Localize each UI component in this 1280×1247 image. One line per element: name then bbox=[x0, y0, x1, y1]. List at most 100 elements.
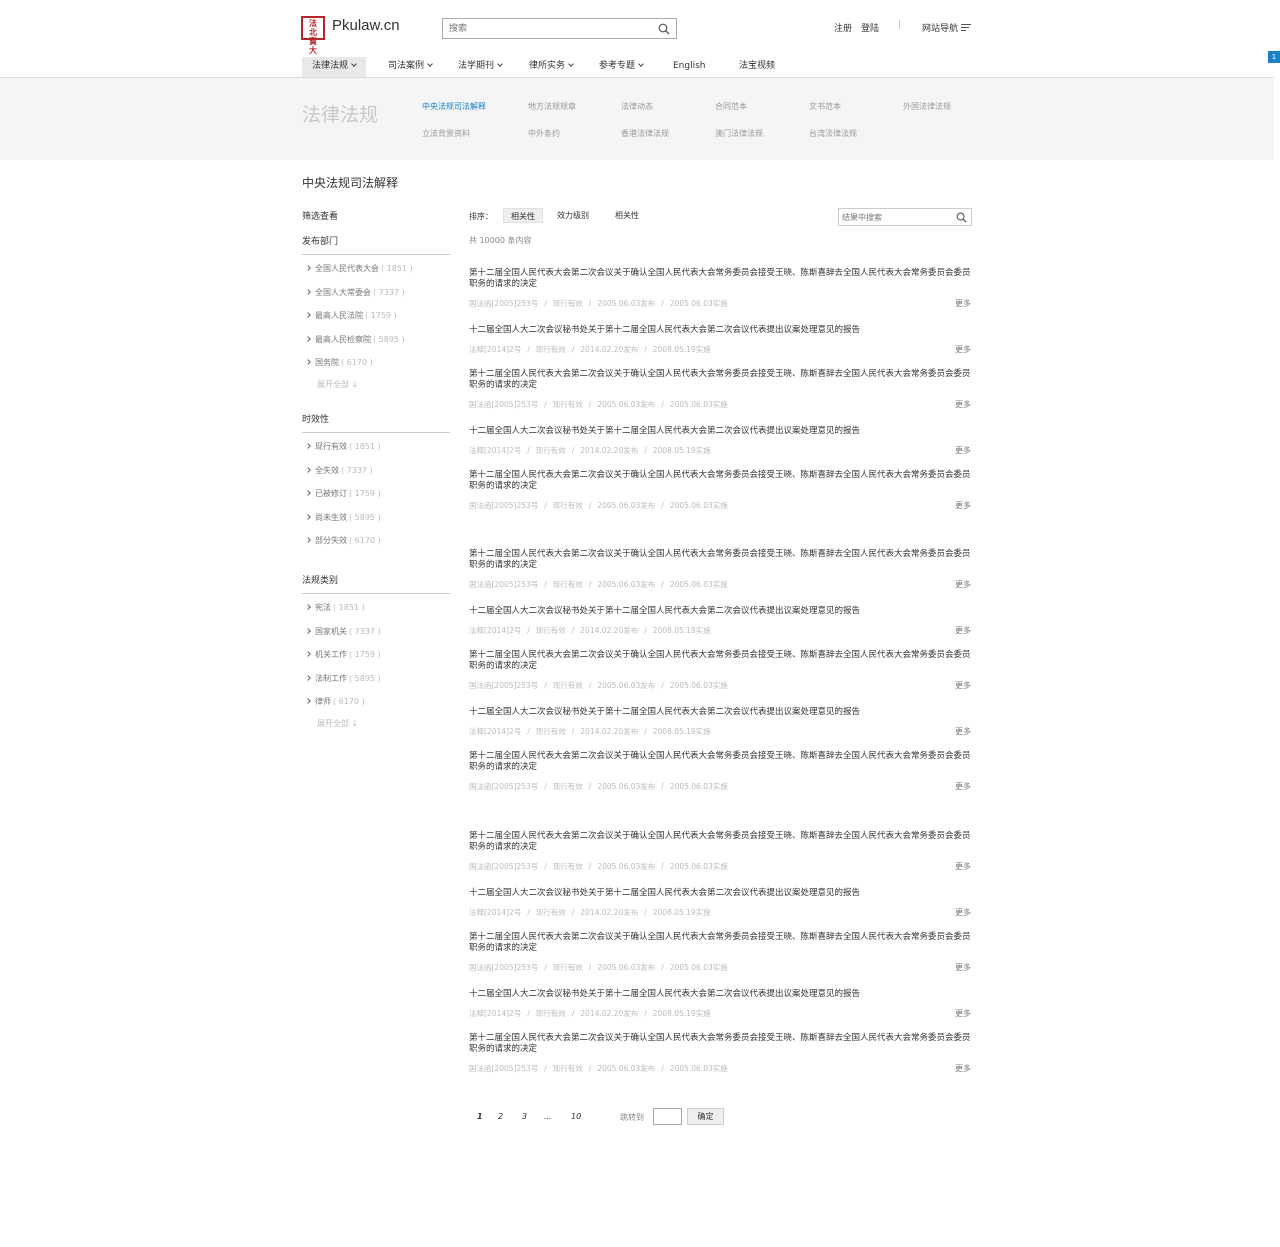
jump-page-input[interactable] bbox=[653, 1108, 682, 1125]
filter-item[interactable]: 全国人大常委会( 7337 ) bbox=[305, 287, 405, 298]
more-link[interactable]: 更多 bbox=[955, 445, 971, 456]
chevron-right-icon bbox=[305, 265, 311, 271]
more-link[interactable]: 更多 bbox=[955, 962, 971, 973]
nav-item-3[interactable]: 律所实务 bbox=[519, 57, 583, 77]
nav-item-5[interactable]: English bbox=[663, 57, 716, 77]
result-search-input[interactable] bbox=[839, 209, 949, 225]
more-link[interactable]: 更多 bbox=[955, 726, 971, 737]
nav-item-2[interactable]: 法学期刊 bbox=[448, 57, 512, 77]
filter-item[interactable]: 机关工作( 1759 ) bbox=[305, 649, 381, 660]
more-link[interactable]: 更多 bbox=[955, 861, 971, 872]
login-link[interactable]: 登陆 bbox=[861, 21, 879, 34]
page-number[interactable]: 3 bbox=[522, 1112, 527, 1121]
category-link[interactable]: 合同范本 bbox=[715, 101, 747, 112]
result-title-link[interactable]: 十二届全国人大二次会议秘书处关于第十二届全国人民代表大会第二次会议代表提出议案处… bbox=[469, 426, 971, 437]
more-link[interactable]: 更多 bbox=[955, 781, 971, 792]
meta-separator: / bbox=[571, 908, 575, 917]
page-number[interactable]: 10 bbox=[571, 1112, 581, 1121]
nav-item-label: English bbox=[673, 61, 706, 71]
filter-item[interactable]: 最高人民检察院( 5895 ) bbox=[305, 334, 405, 345]
expand-all-link[interactable]: 展开全部 ↓ bbox=[317, 379, 358, 390]
site-name[interactable]: Pkulaw.cn bbox=[332, 17, 400, 34]
filter-item[interactable]: 律师( 6170 ) bbox=[305, 696, 365, 707]
nav-item-6[interactable]: 法宝视频 bbox=[729, 57, 785, 77]
meta-field: 现行有效 bbox=[535, 626, 566, 635]
search-icon[interactable] bbox=[956, 212, 967, 223]
filter-item-label: 全失效 bbox=[315, 465, 339, 475]
sort-option[interactable]: 相关性 bbox=[503, 208, 543, 223]
result-title-link[interactable]: 第十二届全国人民代表大会第二次会议关于确认全国人民代表大会常务委员会接受王晓、陈… bbox=[469, 470, 971, 492]
meta-field: 2005.06.03实施 bbox=[669, 501, 728, 510]
filter-item[interactable]: 现行有效( 1851 ) bbox=[305, 441, 381, 452]
category-link[interactable]: 香港法律法规 bbox=[621, 128, 669, 139]
category-link[interactable]: 立法背景资料 bbox=[422, 128, 470, 139]
category-link[interactable]: 文书范本 bbox=[809, 101, 841, 112]
meta-field: 国法函[2005]253号 bbox=[469, 400, 539, 409]
more-link[interactable]: 更多 bbox=[955, 625, 971, 636]
result-title-link[interactable]: 第十二届全国人民代表大会第二次会议关于确认全国人民代表大会常务委员会接受王晓、陈… bbox=[469, 268, 971, 290]
jump-confirm-button[interactable]: 确定 bbox=[687, 1108, 724, 1125]
more-link[interactable]: 更多 bbox=[955, 1063, 971, 1074]
result-title-link[interactable]: 第十二届全国人民代表大会第二次会议关于确认全国人民代表大会常务委员会接受王晓、陈… bbox=[469, 549, 971, 571]
filter-item[interactable]: 全失效( 7337 ) bbox=[305, 465, 373, 476]
result-title-link[interactable]: 第十二届全国人民代表大会第二次会议关于确认全国人民代表大会常务委员会接受王晓、陈… bbox=[469, 1033, 971, 1055]
more-link[interactable]: 更多 bbox=[955, 344, 971, 355]
page-number[interactable]: ... bbox=[544, 1112, 552, 1121]
chevron-right-icon bbox=[305, 312, 311, 318]
nav-item-label: 参考专题 bbox=[599, 61, 636, 71]
more-link[interactable]: 更多 bbox=[955, 579, 971, 590]
category-link[interactable]: 台湾法律法规 bbox=[809, 128, 857, 139]
category-link[interactable]: 外国法律法规 bbox=[903, 101, 951, 112]
site-logo[interactable]: 法北寶大 bbox=[301, 16, 325, 55]
filter-item[interactable]: 尚未生效( 5895 ) bbox=[305, 512, 381, 523]
category-link[interactable]: 澳门法律法规 bbox=[715, 128, 763, 139]
more-link[interactable]: 更多 bbox=[955, 1008, 971, 1019]
more-link[interactable]: 更多 bbox=[955, 907, 971, 918]
expand-all-link[interactable]: 展开全部 ↓ bbox=[317, 718, 358, 729]
filter-item[interactable]: 宪法( 1851 ) bbox=[305, 602, 365, 613]
result-title-link[interactable]: 第十二届全国人民代表大会第二次会议关于确认全国人民代表大会常务委员会接受王晓、陈… bbox=[469, 751, 971, 773]
meta-field: 2005.06.03实施 bbox=[669, 782, 728, 791]
more-link[interactable]: 更多 bbox=[955, 399, 971, 410]
search-icon[interactable] bbox=[658, 23, 670, 35]
result-title-link[interactable]: 十二届全国人大二次会议秘书处关于第十二届全国人民代表大会第二次会议代表提出议案处… bbox=[469, 989, 971, 1000]
more-link[interactable]: 更多 bbox=[955, 298, 971, 309]
filter-item[interactable]: 已被修订( 1759 ) bbox=[305, 488, 381, 499]
filter-item[interactable]: 部分失效( 6170 ) bbox=[305, 535, 381, 546]
menu-lines-icon[interactable] bbox=[961, 24, 971, 33]
more-link[interactable]: 更多 bbox=[955, 680, 971, 691]
sort-option[interactable]: 效力级别 bbox=[550, 208, 596, 223]
corner-badge[interactable]: 1 bbox=[1268, 51, 1280, 63]
filter-item[interactable]: 全国人民代表大会( 1851 ) bbox=[305, 263, 413, 274]
meta-separator: / bbox=[644, 345, 647, 354]
result-title-link[interactable]: 第十二届全国人民代表大会第二次会议关于确认全国人民代表大会常务委员会接受王晓、陈… bbox=[469, 369, 971, 391]
nav-item-1[interactable]: 司法案例 bbox=[378, 57, 442, 77]
category-link[interactable]: 地方法规规章 bbox=[528, 101, 576, 112]
page-number[interactable]: 2 bbox=[498, 1112, 503, 1121]
result-title-link[interactable]: 第十二届全国人民代表大会第二次会议关于确认全国人民代表大会常务委员会接受王晓、陈… bbox=[469, 831, 971, 853]
site-nav-link[interactable]: 网站导航 bbox=[922, 21, 958, 34]
category-link[interactable]: 法律动态 bbox=[621, 101, 653, 112]
filter-item[interactable]: 国家机关( 7337 ) bbox=[305, 626, 381, 637]
filter-item[interactable]: 国务院( 6170 ) bbox=[305, 357, 373, 368]
result-title-link[interactable]: 十二届全国人大二次会议秘书处关于第十二届全国人民代表大会第二次会议代表提出议案处… bbox=[469, 707, 971, 718]
page-number[interactable]: 1 bbox=[477, 1112, 483, 1121]
register-link[interactable]: 注册 bbox=[834, 21, 852, 34]
search-input[interactable] bbox=[443, 19, 643, 38]
nav-item-label: 司法案例 bbox=[388, 61, 425, 71]
nav-item-0[interactable]: 法律法规 bbox=[302, 57, 367, 77]
result-title-link[interactable]: 第十二届全国人民代表大会第二次会议关于确认全国人民代表大会常务委员会接受王晓、陈… bbox=[469, 650, 971, 672]
more-link[interactable]: 更多 bbox=[955, 500, 971, 511]
sort-option[interactable]: 相关性 bbox=[608, 208, 646, 223]
nav-item-4[interactable]: 参考专题 bbox=[589, 57, 653, 77]
category-link[interactable]: 中外条约 bbox=[528, 128, 560, 139]
meta-field: 法释[2014]2号 bbox=[469, 908, 522, 917]
result-title-link[interactable]: 第十二届全国人民代表大会第二次会议关于确认全国人民代表大会常务委员会接受王晓、陈… bbox=[469, 932, 971, 954]
result-title-link[interactable]: 十二届全国人大二次会议秘书处关于第十二届全国人民代表大会第二次会议代表提出议案处… bbox=[469, 606, 971, 617]
filter-item[interactable]: 法制工作( 5895 ) bbox=[305, 673, 381, 684]
category-link[interactable]: 中央法规司法解释 bbox=[422, 101, 486, 112]
result-title-link[interactable]: 十二届全国人大二次会议秘书处关于第十二届全国人民代表大会第二次会议代表提出议案处… bbox=[469, 888, 971, 899]
meta-field: 2014.02.20发布 bbox=[580, 727, 639, 736]
filter-item[interactable]: 最高人民法院( 1759 ) bbox=[305, 310, 397, 321]
result-title-link[interactable]: 十二届全国人大二次会议秘书处关于第十二届全国人民代表大会第二次会议代表提出议案处… bbox=[469, 325, 971, 336]
